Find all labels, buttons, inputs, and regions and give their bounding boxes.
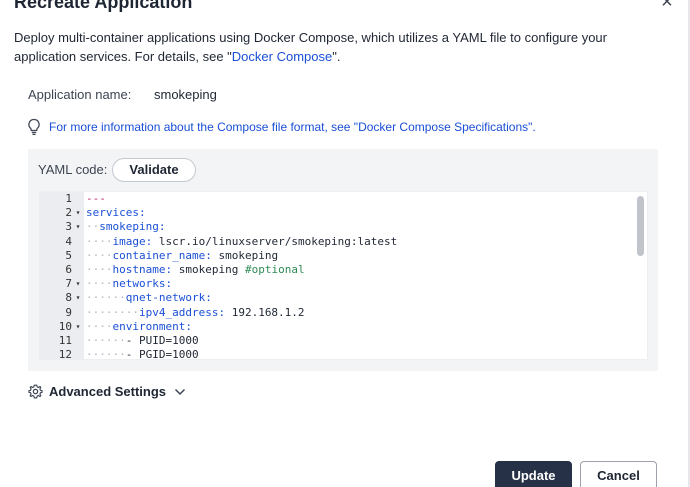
yaml-key: hostname: [112,262,173,276]
code-lines: 1 --- 2 ▾ services: 3 ▾ ··smokeping: 4 ····image:… [40,192,636,360]
code-text: ····hostname: smokeping #optional [86,263,305,277]
whitespace-markers: ······ [86,333,126,347]
yaml-value: - PGID=1000 [125,348,199,360]
whitespace-markers: ········ [86,305,139,319]
line-number: 7 [65,277,72,291]
close-icon[interactable]: × [655,0,679,14]
whitespace-markers: ······ [86,348,126,360]
code-line: 9 ········ipv4_address: 192.168.1.2 [40,306,636,320]
yaml-key: services: [86,206,146,220]
code-text: ··smokeping: [86,220,165,234]
code-text: services: [86,206,146,220]
docker-compose-link[interactable]: Docker Compose [232,49,332,64]
compose-spec-link[interactable]: Docker Compose Specifications [358,120,528,134]
code-text: ····image: lscr.io/linuxserver/smokeping… [86,235,397,249]
fold-toggle-icon[interactable]: ▾ [74,277,82,291]
code-line: 1 --- [40,192,636,206]
whitespace-markers: ···· [86,319,113,333]
line-number: 10 [58,319,72,333]
hint-text-end: ". [528,120,536,134]
advanced-settings-toggle[interactable]: Advanced Settings [28,384,186,399]
yaml-key: image: [112,234,153,248]
whitespace-markers: ···· [86,277,113,291]
yaml-editor[interactable]: 1 --- 2 ▾ services: 3 ▾ ··smokeping: 4 ····image:… [39,191,648,360]
yaml-code-label: YAML code: [38,162,108,177]
code-line: 7 ▾ ····networks: [40,277,636,291]
code-text: ······qnet-network: [86,291,212,305]
update-button[interactable]: Update [495,461,572,487]
code-text: ······- PUID=1000 [86,334,199,348]
whitespace-markers: ···· [86,262,113,276]
dialog-description: Deploy multi-container applications usin… [14,28,654,66]
gear-icon [28,384,43,399]
app-name-value: smokeping [154,87,217,102]
code-text: ········ipv4_address: 192.168.1.2 [86,306,305,320]
code-line: 10 ▾ ····environment: [40,320,636,334]
code-text: ····environment: [86,320,192,334]
yaml-key: environment: [112,319,192,333]
fold-toggle-icon[interactable]: ▾ [74,320,82,334]
whitespace-markers: ···· [86,248,113,262]
chevron-down-icon [175,388,186,395]
fold-toggle-icon[interactable]: ▾ [74,291,82,305]
line-number: 2 [65,206,72,220]
line-number: 1 [65,192,72,205]
recreate-application-dialog: Recreate Application × Deploy multi-cont… [0,0,690,487]
yaml-key: container_name: [112,248,212,262]
yaml-value: 192.168.1.2 [225,305,305,319]
whitespace-markers: ·· [86,220,100,234]
hint-text: For more information about the Compose f… [49,120,359,134]
scroll-thumb[interactable] [637,196,644,256]
code-line: 11 ······- PUID=1000 [40,334,636,348]
code-line: 12 ······- PGID=1000 [40,348,636,360]
yaml-value: lscr.io/linuxserver/smokeping:latest [152,234,398,248]
yaml-comment: #optional [244,262,305,276]
yaml-value: smokeping [211,248,279,262]
line-number: 4 [65,234,72,248]
yaml-key: networks: [112,277,173,291]
line-number: 8 [65,291,72,305]
compose-hint: For more information about the Compose f… [26,118,536,136]
fold-toggle-icon[interactable]: ▾ [74,220,82,234]
code-line: 5 ····container_name: smokeping [40,249,636,263]
line-number: 3 [65,220,72,234]
validate-button[interactable]: Validate [112,158,196,182]
yaml-key: ipv4_address: [138,305,226,319]
code-line: 3 ▾ ··smokeping: [40,220,636,234]
code-line: 8 ▾ ······qnet-network: [40,291,636,305]
cancel-button[interactable]: Cancel [580,461,657,487]
yaml-panel: YAML code: Validate 1 --- 2 ▾ services: 3 ▾ ··s… [28,149,658,371]
lightbulb-icon [26,118,42,136]
yaml-value: smokeping [172,262,245,276]
editor-scrollbar[interactable] [637,194,645,358]
whitespace-markers: ······ [86,291,126,305]
code-line: 2 ▾ services: [40,206,636,220]
dialog-title: Recreate Application [14,0,193,12]
yaml-value: - PUID=1000 [125,333,199,347]
app-name-row: Application name: smokeping [28,87,217,102]
description-text-end: ". [332,49,341,64]
whitespace-markers: ···· [86,234,113,248]
line-number: 6 [65,262,72,276]
code-text: ····networks: [86,277,172,291]
line-number: 12 [58,348,72,360]
app-name-label: Application name: [28,87,132,102]
code-text: ······- PGID=1000 [86,348,199,360]
yaml-value: --- [86,192,106,205]
advanced-settings-label: Advanced Settings [49,384,167,399]
line-number: 5 [65,248,72,262]
fold-toggle-icon[interactable]: ▾ [74,206,82,220]
code-text: ····container_name: smokeping [86,249,278,263]
line-number: 11 [58,333,72,347]
code-text: --- [86,192,106,206]
yaml-key: smokeping: [99,220,166,234]
code-line: 6 ····hostname: smokeping #optional [40,263,636,277]
line-number: 9 [65,305,72,319]
yaml-key: qnet-network: [125,291,212,305]
code-line: 4 ····image: lscr.io/linuxserver/smokepin… [40,235,636,249]
